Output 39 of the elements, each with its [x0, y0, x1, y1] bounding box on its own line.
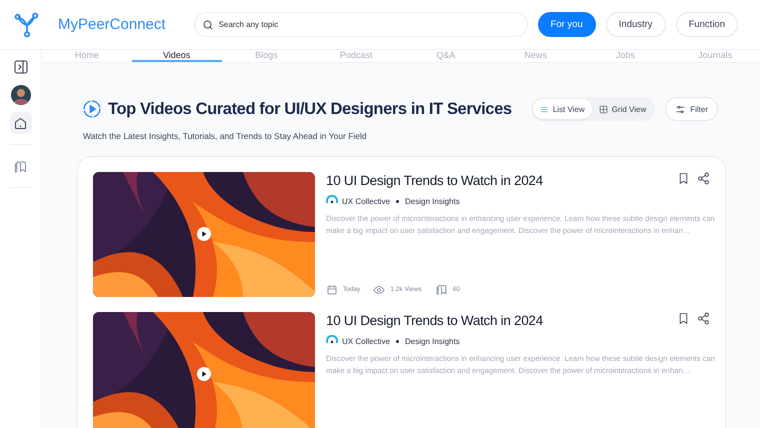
share-icon	[697, 312, 710, 325]
play-icon	[82, 99, 102, 119]
bookmark-icon	[677, 172, 690, 185]
list-icon	[540, 104, 549, 114]
filter-button[interactable]: Filter	[665, 97, 718, 121]
search-icon	[202, 18, 214, 30]
home-icon	[13, 116, 28, 130]
filter-chip[interactable]: Industry	[606, 12, 666, 37]
eye-icon	[373, 284, 386, 296]
video-title[interactable]: 10 UI Design Trends to Watch in 2024	[326, 312, 677, 328]
avatar	[10, 85, 30, 105]
sidebar-toggle-icon	[12, 59, 28, 75]
play-icon[interactable]	[197, 367, 211, 381]
sidebar-item[interactable]	[10, 84, 32, 106]
bullet-separator	[396, 200, 400, 202]
library-icon	[13, 158, 28, 174]
video-title[interactable]: 10 UI Design Trends to Watch in 2024	[326, 172, 677, 188]
calendar-icon	[326, 284, 338, 296]
view-toggle[interactable]: List View	[532, 99, 592, 119]
nav-tab[interactable]: Videos	[132, 50, 222, 62]
filter-chip[interactable]: Function	[676, 12, 738, 37]
page-title: Top Videos Curated for UI/UX Designers in IT Services	[108, 100, 513, 118]
brand-name: MyPeerConnect	[58, 16, 166, 33]
category-label: Design Insights	[405, 336, 460, 346]
library-icon	[434, 283, 448, 296]
search-field[interactable]: Search any topic	[194, 12, 528, 37]
page-subtitle: Watch the Latest Insights, Tutorials, and Trends to Stay Ahead in Your Field	[82, 130, 368, 141]
grid-icon	[598, 104, 608, 114]
sidebar-item[interactable]	[10, 112, 32, 134]
bookmark-icon	[677, 312, 690, 325]
filter-chip[interactable]: For you	[538, 12, 596, 37]
source-name: UX Collective	[342, 336, 390, 346]
bullet-separator	[396, 340, 400, 342]
view-toggle[interactable]: Grid View	[592, 99, 654, 119]
share-icon	[697, 172, 710, 185]
source-name: UX Collective	[342, 196, 390, 206]
sliders-icon	[675, 104, 686, 114]
play-icon[interactable]	[197, 227, 211, 241]
category-label: Design Insights	[405, 196, 460, 206]
